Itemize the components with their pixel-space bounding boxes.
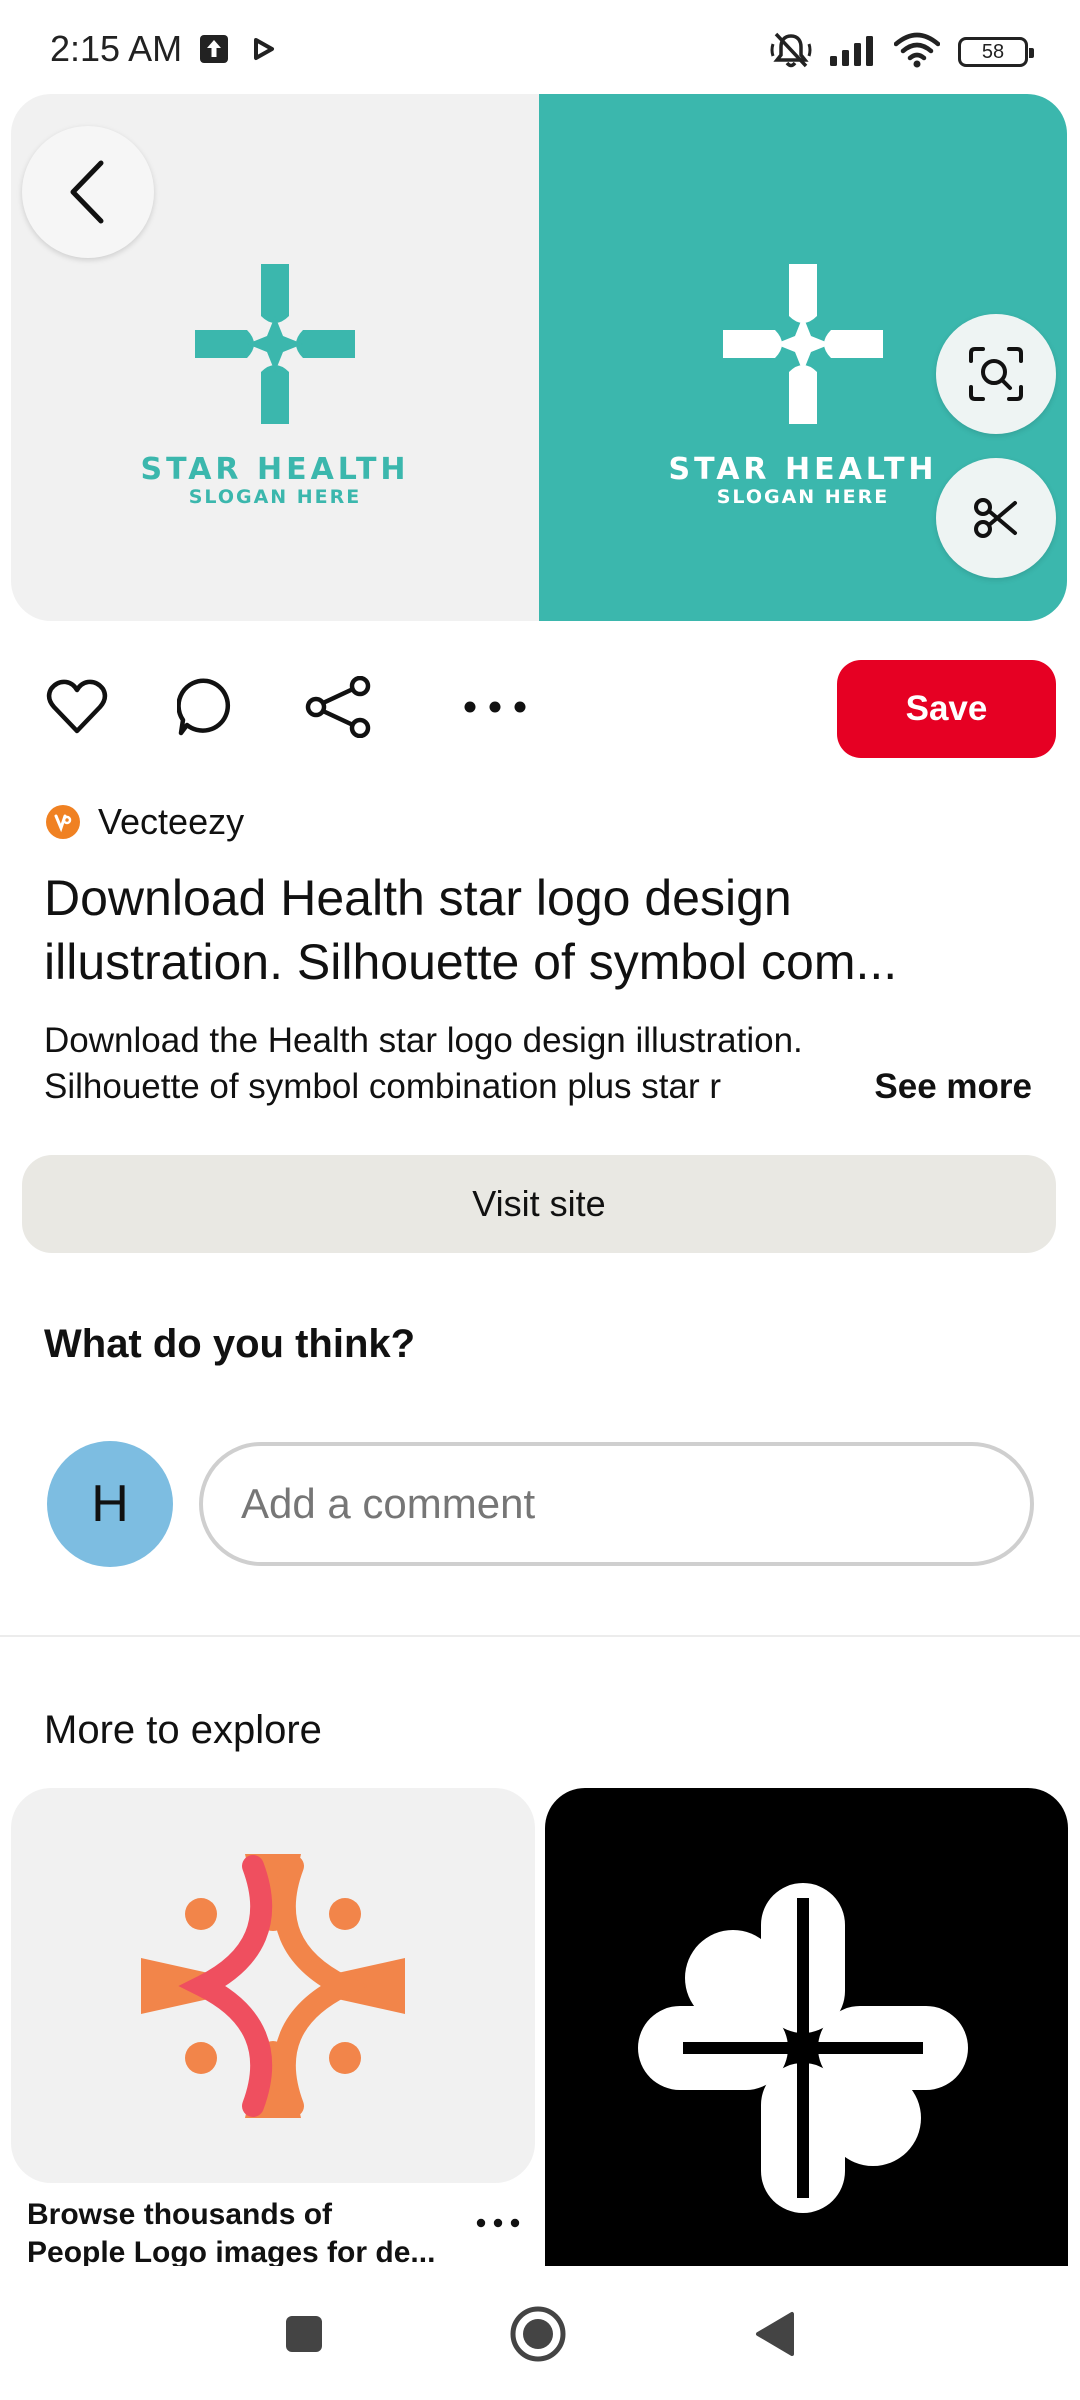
back-triangle-icon [756,2312,794,2356]
see-more-link[interactable]: See more [874,1064,1032,1110]
comment-icon [177,678,231,736]
back-button[interactable] [22,126,154,258]
home-circle-icon [510,2306,566,2362]
explore-heading: More to explore [44,1708,322,1752]
pin-title: Download Health star logo design illustr… [44,866,1044,994]
explore-card[interactable] [11,1788,535,2183]
like-button[interactable] [42,672,112,742]
people-logo-image [141,1854,405,2118]
logo-slogan: SLOGAN HERE [188,486,362,508]
system-nav-bar [0,2266,1080,2400]
caption-line: Browse thousands of [27,2198,333,2231]
upload-notification-icon [199,34,229,69]
pin-source[interactable]: Vecteezy [46,800,244,844]
pin-title-line: Download Health star logo design [44,870,792,926]
comments-heading: What do you think? [44,1322,416,1366]
heart-icon [46,679,108,734]
status-bar: 2:15 AM 58 [0,0,1080,96]
more-icon [476,2218,520,2228]
source-name: Vecteezy [98,801,245,842]
battery-icon: 58 [958,37,1034,67]
pin-description: Download the Health star logo design ill… [44,1018,1044,1110]
chevron-left-icon [70,160,104,224]
play-notification-icon [253,37,275,66]
explore-card[interactable] [545,1788,1068,2268]
star-health-logo-mark [195,264,355,424]
star-health-logo-mark [723,264,883,424]
crop-button[interactable] [936,458,1056,578]
signal-icon [830,34,876,71]
pin-image[interactable]: STAR HEALTH SLOGAN HERE STAR HEALTH SLOG… [11,94,1067,621]
pin-description-line: Download the Health star logo design ill… [44,1021,803,1060]
more-options-button[interactable] [460,672,530,742]
caption-line: People Logo images for de... [27,2236,436,2266]
status-time: 2:15 AM [50,28,183,69]
knot-logo-image [638,1883,968,2213]
lens-search-icon [969,347,1023,401]
more-icon [464,701,526,713]
share-icon [305,676,371,738]
save-button[interactable]: Save [837,660,1056,758]
home-button[interactable] [508,2304,568,2364]
avatar[interactable]: H [47,1441,173,1567]
wifi-icon [893,32,941,73]
card-more-button[interactable] [468,2208,528,2238]
comment-input[interactable]: Add a comment [199,1442,1034,1566]
back-nav-button[interactable] [744,2304,804,2364]
share-button[interactable] [304,672,374,742]
explore-card-caption: Browse thousands of People Logo images f… [27,2196,467,2266]
visit-site-button[interactable]: Visit site [22,1155,1056,1253]
comment-button[interactable] [172,672,242,742]
recents-button[interactable] [274,2304,334,2364]
recents-square-icon [286,2316,322,2352]
source-logo-icon [46,805,80,839]
pin-title-line: illustration. Silhouette of symbol com..… [44,934,898,990]
status-right: 58 [770,30,1034,75]
mute-icon [770,30,812,75]
scissors-icon [974,498,1017,538]
battery-level: 58 [981,40,1005,63]
visual-search-button[interactable] [936,314,1056,434]
section-divider [0,1635,1080,1637]
logo-name: STAR HEALTH [140,452,410,487]
